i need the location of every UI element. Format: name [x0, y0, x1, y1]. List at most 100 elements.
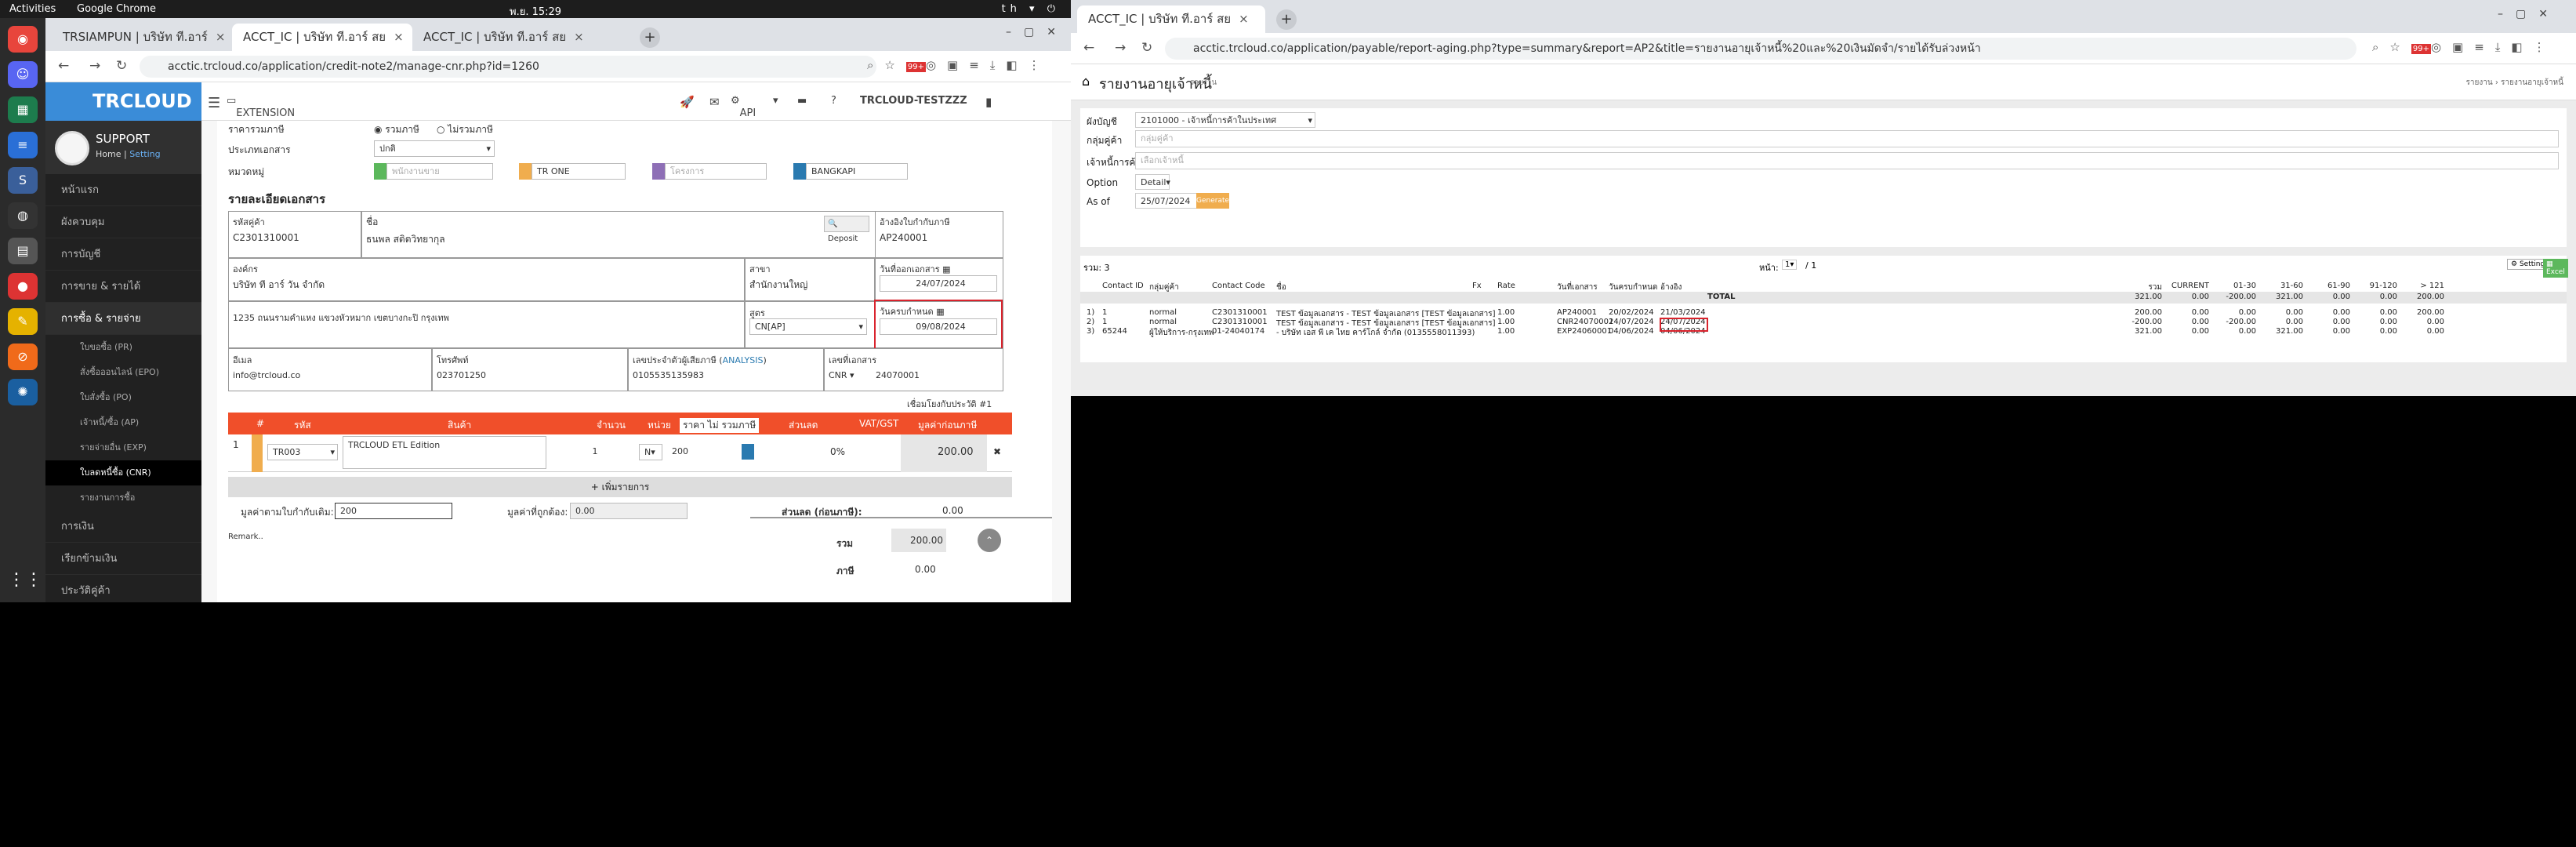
- address-value[interactable]: 1235 ถนนรามคำแหง แขวงหัวหมาก เขตบางกะปิ …: [233, 311, 449, 325]
- tab-acct-ic-1[interactable]: ACCT_IC | บริษัท ที.อาร์ สย ×: [232, 24, 412, 51]
- sidebar-item[interactable]: การซื้อ & รายจ่าย: [45, 303, 201, 335]
- sidebar-item[interactable]: ประวัติคู่ค้า: [45, 575, 201, 602]
- sidebar-item[interactable]: ผังควบคุม: [45, 206, 201, 238]
- table-row[interactable]: 3) 65244 ผู้ให้บริการ-กรุงเทพ 01-24040174 - …: [1080, 326, 2567, 338]
- scroll-top-button[interactable]: ⌃: [978, 529, 1001, 552]
- docno-prefix[interactable]: CNR ▾: [829, 370, 854, 380]
- doctype-select[interactable]: ปกติ ▾: [374, 140, 495, 157]
- back-icon[interactable]: ←: [1083, 40, 1094, 56]
- calculator-icon[interactable]: ▤: [8, 238, 38, 264]
- forward-icon[interactable]: →: [89, 58, 100, 74]
- chart-select[interactable]: 2101000 - เจ้าหนี้การค้าในประเทศ ▾: [1135, 112, 1315, 128]
- submenu-item[interactable]: ใบสั่งซื้อ (PO): [45, 385, 201, 410]
- salesman-input[interactable]: พนักงานขาย: [386, 163, 493, 180]
- activities-button[interactable]: Activities: [9, 3, 56, 15]
- postman-icon[interactable]: ⊘: [8, 344, 38, 370]
- add-item-button[interactable]: + เพิ่มรายการ: [228, 477, 1012, 497]
- rocket-icon[interactable]: 🚀: [680, 95, 695, 109]
- column-header[interactable]: Rate: [1497, 282, 1515, 290]
- creditor-input[interactable]: เลือกเจ้าหนี้: [1135, 152, 2559, 169]
- column-header[interactable]: Contact ID: [1102, 282, 1144, 290]
- deposit-button[interactable]: 🔍 Deposit: [824, 216, 869, 243]
- column-header[interactable]: 31-60: [2256, 282, 2303, 290]
- calc-icon[interactable]: [742, 444, 754, 460]
- chevron-down-icon[interactable]: ▾: [773, 95, 778, 107]
- contact-id-value[interactable]: C2301310001: [233, 232, 299, 243]
- avatar[interactable]: [55, 131, 89, 165]
- org-value[interactable]: บริษัท ที อาร์ วัน จำกัด: [233, 278, 325, 293]
- setting-link[interactable]: Setting: [129, 149, 160, 159]
- reload-icon[interactable]: ↻: [116, 58, 127, 74]
- submenu-item[interactable]: รายงานการซื้อ: [45, 485, 201, 511]
- tab-acct-ic-report[interactable]: ACCT_IC | บริษัท ที.อาร์ สย ×: [1077, 5, 1265, 33]
- tr-one-input[interactable]: TR ONE: [532, 163, 626, 180]
- extensions-bar[interactable]: ⌕☆ 99+ ◎▣≡⤓◧⋮: [2372, 40, 2556, 54]
- column-header[interactable]: Contact Code: [1212, 282, 1265, 290]
- app-grid-icon[interactable]: ⋮⋮: [8, 567, 42, 594]
- url-input[interactable]: acctic.trcloud.co/application/payable/re…: [1165, 38, 2356, 60]
- forward-icon[interactable]: →: [1115, 40, 1126, 56]
- brand-logo[interactable]: TRCLOUD: [45, 82, 201, 121]
- mail-icon[interactable]: ✉: [709, 95, 720, 109]
- taxid-value[interactable]: 0105535135983: [633, 370, 704, 380]
- reload-icon[interactable]: ↻: [1141, 40, 1152, 56]
- drag-handle[interactable]: [252, 434, 263, 472]
- app-menu[interactable]: Google Chrome: [77, 3, 156, 15]
- group-input[interactable]: กลุ่มคู่ค้า: [1135, 130, 2559, 147]
- item-price-input[interactable]: 200: [667, 444, 738, 460]
- column-header[interactable]: > 121: [2397, 282, 2444, 290]
- formula-select[interactable]: CN[AP] ▾: [749, 318, 867, 335]
- extension-button[interactable]: ▭ EXTENSION: [227, 95, 295, 119]
- ext-badge[interactable]: 99+: [2411, 44, 2431, 54]
- sidebar-item[interactable]: การขาย & รายได้: [45, 271, 201, 303]
- analysis-link[interactable]: ANALYSIS: [723, 355, 764, 365]
- sheets-icon[interactable]: ▦: [8, 96, 38, 123]
- lang-indicator[interactable]: th: [1002, 3, 1021, 15]
- option-select[interactable]: Detail▾: [1135, 174, 1170, 190]
- tab-acct-ic-2[interactable]: ACCT_IC | บริษัท ที.อาร์ สย ×: [412, 24, 593, 51]
- phone-value[interactable]: 023701250: [437, 370, 486, 380]
- new-tab-button[interactable]: +: [640, 27, 660, 48]
- column-header[interactable]: 91-120: [2350, 282, 2397, 290]
- ext-badge[interactable]: 99+: [905, 62, 926, 72]
- remark-input[interactable]: Remark..: [228, 533, 263, 541]
- item-code-select[interactable]: TR003 ▾: [267, 444, 338, 460]
- item-qty-input[interactable]: 1: [550, 444, 636, 460]
- submenu-item[interactable]: ใบลดหนี้ซื้อ (CNR): [45, 460, 201, 485]
- settings-icon[interactable]: ✺: [8, 379, 38, 405]
- home-link[interactable]: Home: [96, 149, 121, 159]
- discord-icon[interactable]: ☺: [8, 61, 38, 88]
- sidebar-item[interactable]: การเงิน: [45, 511, 201, 543]
- docno-value[interactable]: 24070001: [876, 370, 920, 380]
- breadcrumb[interactable]: รายงาน › รายงานอายุเจ้าหนี้: [2465, 77, 2563, 89]
- tab-trsiampun[interactable]: TRSIAMPUN | บริษัท ที.อาร์ ×: [52, 24, 232, 51]
- window-controls[interactable]: –▢✕: [2498, 8, 2560, 20]
- page-select[interactable]: 1▾: [1782, 260, 1798, 270]
- clock[interactable]: พ.ย. 15:29: [510, 3, 561, 20]
- submenu-item[interactable]: รายจ่ายอื่น (EXP): [45, 435, 201, 460]
- sidebar-item[interactable]: การบัญชี: [45, 238, 201, 271]
- url-input[interactable]: acctic.trcloud.co/application/credit-not…: [140, 56, 876, 78]
- correct-input[interactable]: 0.00: [570, 503, 688, 519]
- help-icon[interactable]: ?: [831, 95, 836, 107]
- close-icon[interactable]: ×: [574, 30, 584, 44]
- api-button[interactable]: ⚙ API: [731, 95, 756, 119]
- recorder-icon[interactable]: ●: [8, 273, 38, 300]
- email-value[interactable]: info@trcloud.co: [233, 370, 300, 380]
- ref-value[interactable]: AP240001: [880, 232, 927, 243]
- column-header[interactable]: 61-90: [2303, 282, 2350, 290]
- generate-button[interactable]: Generate: [1196, 193, 1229, 209]
- company-name[interactable]: TRCLOUD-TESTZZZ: [860, 95, 967, 107]
- app-icon[interactable]: S: [8, 167, 38, 194]
- excel-button[interactable]: ▦ Excel: [2543, 259, 2568, 278]
- column-header[interactable]: CURRENT: [2162, 282, 2209, 290]
- close-icon[interactable]: ×: [1239, 12, 1249, 26]
- globe-icon[interactable]: ◍: [8, 202, 38, 229]
- column-header[interactable]: 01-30: [2209, 282, 2256, 290]
- docdate-input[interactable]: 24/07/2024: [880, 275, 997, 292]
- item-name-input[interactable]: TRCLOUD ETL Edition: [343, 436, 546, 469]
- extensions-bar[interactable]: ⌕☆ 99+ ◎▣≡⤓◧⋮: [867, 58, 1051, 72]
- delete-row-icon[interactable]: ✖: [993, 446, 1001, 457]
- branch-value[interactable]: สำนักงานใหญ่: [749, 278, 807, 293]
- name-value[interactable]: ธนพล สติตวิทยากุล: [366, 232, 445, 247]
